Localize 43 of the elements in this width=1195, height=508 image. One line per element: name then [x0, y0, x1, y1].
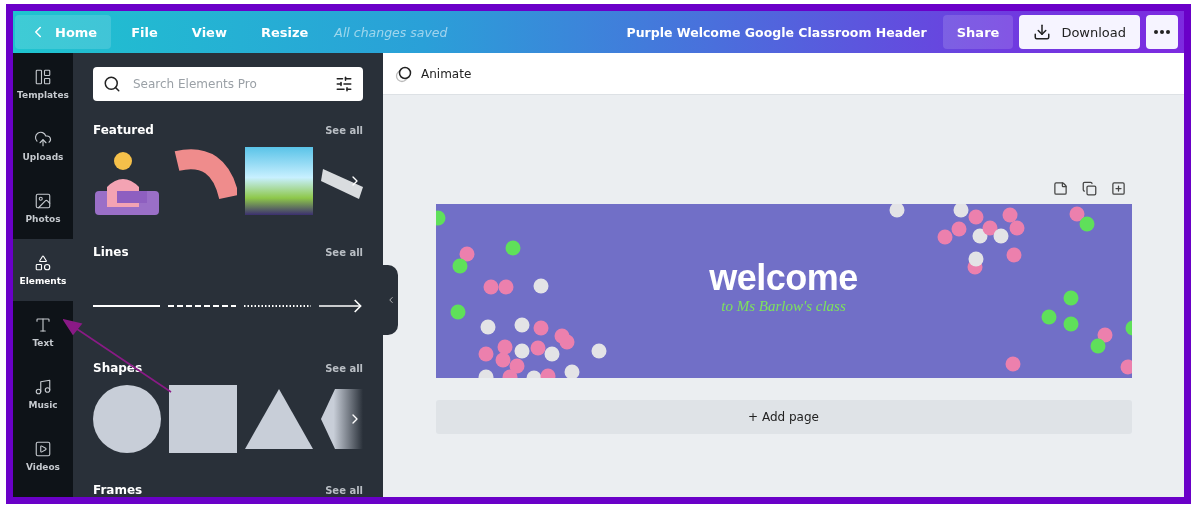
design-page[interactable]: welcome to Ms Barlow's class — [435, 204, 1132, 378]
circle-shape[interactable] — [93, 385, 161, 453]
solid-line-sample[interactable] — [93, 304, 161, 309]
music-icon — [34, 378, 52, 396]
search-icon — [103, 75, 121, 93]
sidebar-tab[interactable]: Elements — [13, 239, 73, 301]
arrow-line-sample[interactable] — [319, 299, 363, 314]
section-title: Featured — [93, 123, 154, 137]
more-icon — [1154, 30, 1170, 34]
see-all-link[interactable]: See all — [325, 246, 363, 258]
text-icon — [34, 316, 52, 334]
gradient-image[interactable] — [245, 147, 313, 215]
hexagon-shape[interactable] — [321, 389, 363, 449]
see-all-link[interactable]: See all — [325, 484, 363, 496]
see-all-link[interactable]: See all — [325, 124, 363, 136]
animate-icon — [395, 64, 413, 83]
copy-icon[interactable] — [1081, 181, 1097, 196]
save-status: All changes saved — [334, 24, 448, 40]
dotted-line-sample[interactable] — [243, 304, 312, 309]
uploads-icon — [34, 130, 52, 148]
note-icon[interactable] — [1052, 181, 1068, 196]
section-title: Lines — [93, 245, 129, 259]
download-button[interactable]: Download — [1019, 15, 1140, 49]
headline-text[interactable]: welcome — [709, 259, 858, 296]
see-all-link[interactable]: See all — [325, 362, 363, 374]
elements-icon — [34, 254, 52, 272]
triangle-shape[interactable] — [245, 389, 313, 449]
photos-icon — [34, 192, 52, 210]
animate-button[interactable]: Animate — [395, 64, 472, 83]
dashed-line-sample[interactable] — [168, 304, 236, 309]
section-title: Shapes — [93, 361, 143, 375]
filter-icon[interactable] — [335, 75, 353, 93]
more-button[interactable] — [1146, 15, 1178, 49]
add-page-button[interactable]: + Add page — [435, 400, 1132, 434]
collapse-panel-button[interactable] — [383, 265, 398, 335]
add-page-icon[interactable] — [1110, 181, 1126, 196]
share-button[interactable]: Share — [942, 15, 1014, 49]
videos-icon — [34, 440, 52, 458]
download-icon — [1033, 23, 1052, 41]
design-title[interactable]: Purple Welcome Google Classroom Header — [626, 24, 927, 40]
section-title: Frames — [93, 483, 143, 497]
search-bar[interactable]: Search Elements Pro — [93, 67, 363, 101]
templates-icon — [34, 68, 52, 86]
